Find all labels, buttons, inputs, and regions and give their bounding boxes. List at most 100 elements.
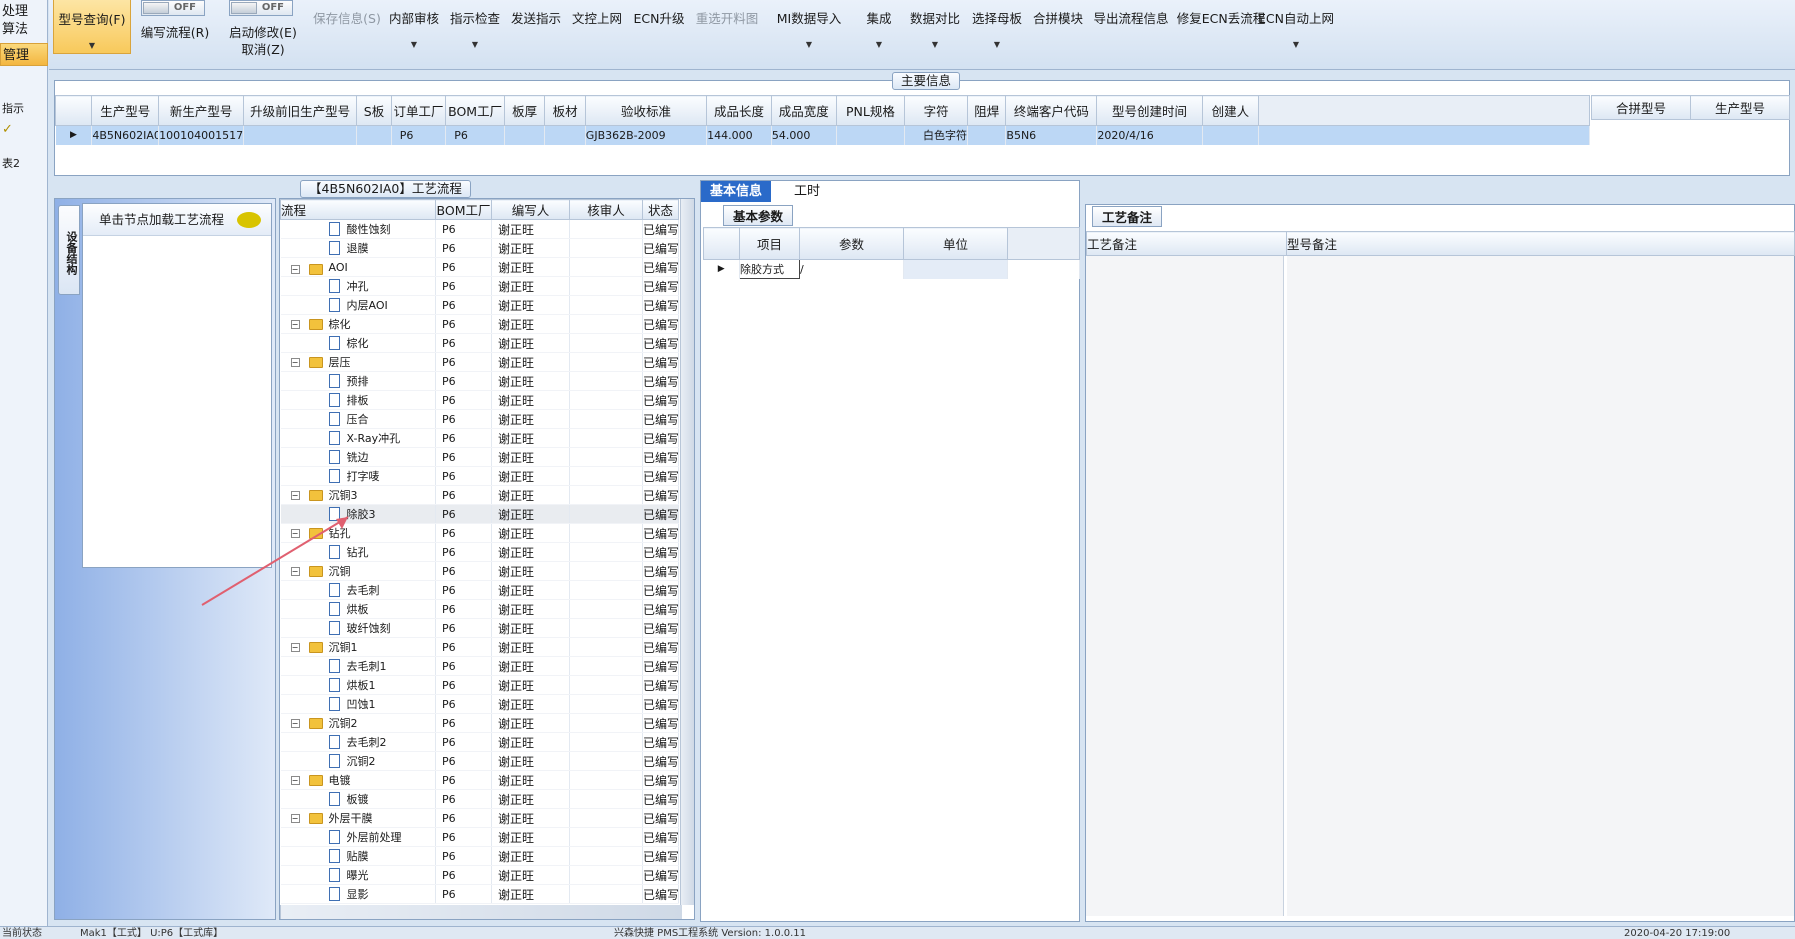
tab-process-notes[interactable]: 工艺备注: [1092, 206, 1163, 227]
col-header[interactable]: 生产型号: [91, 95, 160, 126]
col-header[interactable]: 单位: [903, 227, 1008, 260]
flow-row[interactable]: 烘板 P6 谢正旺 已编写: [280, 599, 679, 619]
reviewer-cell[interactable]: [569, 694, 643, 714]
flow-node[interactable]: X-Ray冲孔: [327, 430, 400, 446]
reviewer-cell[interactable]: [569, 656, 643, 676]
bom-cell[interactable]: P6: [435, 352, 492, 372]
flow-node[interactable]: 除胶3: [327, 506, 376, 522]
internal-review-button[interactable]: 内部审核 ▼: [385, 0, 443, 62]
status-cell[interactable]: 已编写: [642, 732, 679, 752]
flow-row[interactable]: − 沉铜 P6 谢正旺 已编写: [280, 561, 679, 581]
writer-cell[interactable]: 谢正旺: [491, 618, 570, 638]
status-cell[interactable]: 已编写: [642, 504, 679, 524]
flow-name-cell[interactable]: 去毛刺1: [280, 656, 436, 676]
col-header[interactable]: 编写人: [491, 199, 570, 220]
status-cell[interactable]: 已编写: [642, 371, 679, 391]
writer-cell[interactable]: 谢正旺: [491, 751, 570, 771]
flow-node[interactable]: 冲孔: [327, 278, 369, 294]
bom-cell[interactable]: P6: [435, 694, 492, 714]
flow-row[interactable]: − 钻孔 P6 谢正旺 已编写: [280, 523, 679, 543]
writer-cell[interactable]: 谢正旺: [491, 504, 570, 524]
status-cell[interactable]: 已编写: [642, 713, 679, 733]
collapse-icon[interactable]: −: [290, 320, 300, 329]
reviewer-cell[interactable]: [569, 884, 643, 904]
flow-node[interactable]: 烘板: [327, 601, 369, 617]
bom-cell[interactable]: P6: [435, 276, 492, 296]
writer-cell[interactable]: 谢正旺: [491, 656, 570, 676]
flow-node[interactable]: − 沉铜2: [290, 715, 358, 731]
select-motherboard-button[interactable]: 选择母板 ▼: [967, 0, 1027, 62]
writer-cell[interactable]: 谢正旺: [491, 352, 570, 372]
reviewer-cell[interactable]: [569, 808, 643, 828]
flow-row[interactable]: 烘板1 P6 谢正旺 已编写: [280, 675, 679, 695]
bom-cell[interactable]: P6: [435, 637, 492, 657]
flow-node[interactable]: 贴膜: [327, 848, 369, 864]
bom-cell[interactable]: P6: [435, 789, 492, 809]
col-header[interactable]: 型号创建时间: [1096, 95, 1203, 126]
flow-name-cell[interactable]: 内层AOI: [280, 295, 436, 315]
tab-work-hours[interactable]: 工时: [785, 181, 829, 202]
flow-node[interactable]: − AOI: [290, 261, 348, 275]
nav-item-4[interactable]: 指示: [0, 97, 48, 120]
bom-cell[interactable]: P6: [435, 371, 492, 391]
hint-header[interactable]: 单击节点加载工艺流程: [83, 204, 271, 236]
flow-name-cell[interactable]: − 沉铜2: [280, 713, 436, 733]
cell[interactable]: 10010400151712: [158, 125, 245, 145]
writer-cell[interactable]: 谢正旺: [491, 599, 570, 619]
flow-row[interactable]: 退膜 P6 谢正旺 已编写: [280, 238, 679, 258]
reviewer-cell[interactable]: [569, 789, 643, 809]
reviewer-cell[interactable]: [569, 599, 643, 619]
writer-cell[interactable]: 谢正旺: [491, 865, 570, 885]
col-header[interactable]: 升级前旧生产型号: [243, 95, 358, 126]
flow-name-cell[interactable]: − 沉铜3: [280, 485, 436, 505]
flow-row[interactable]: 去毛刺 P6 谢正旺 已编写: [280, 580, 679, 600]
status-cell[interactable]: 已编写: [642, 808, 679, 828]
flow-name-cell[interactable]: − AOI: [280, 257, 436, 277]
col-header[interactable]: 新生产型号: [158, 95, 245, 126]
cell[interactable]: 白色字符: [904, 125, 968, 145]
writer-cell[interactable]: 谢正旺: [491, 333, 570, 353]
writer-cell[interactable]: 谢正旺: [491, 276, 570, 296]
writer-cell[interactable]: 谢正旺: [491, 580, 570, 600]
status-cell[interactable]: 已编写: [642, 580, 679, 600]
cell[interactable]: P6: [391, 125, 447, 145]
collapse-icon[interactable]: −: [290, 264, 300, 274]
reviewer-cell[interactable]: [569, 314, 643, 334]
status-cell[interactable]: 已编写: [642, 675, 679, 695]
flow-node[interactable]: 棕化: [327, 335, 369, 351]
col-header[interactable]: 创建人: [1201, 95, 1260, 126]
flow-row[interactable]: 去毛刺2 P6 谢正旺 已编写: [280, 732, 679, 752]
status-cell[interactable]: 已编写: [642, 542, 679, 562]
flow-name-cell[interactable]: 钻孔: [280, 542, 436, 562]
flow-row[interactable]: 外层前处理 P6 谢正旺 已编写: [280, 827, 679, 847]
flow-row[interactable]: − 电镀 P6 谢正旺 已编写: [280, 770, 679, 790]
flow-node[interactable]: 玻纤蚀刻: [327, 620, 391, 636]
writer-cell[interactable]: 谢正旺: [491, 884, 570, 904]
flow-name-cell[interactable]: 去毛刺2: [280, 732, 436, 752]
bom-cell[interactable]: P6: [435, 675, 492, 695]
writer-cell[interactable]: 谢正旺: [491, 808, 570, 828]
col-header[interactable]: 参数: [799, 227, 904, 260]
nav-item-6[interactable]: 表2: [0, 152, 48, 175]
status-cell[interactable]: 已编写: [642, 865, 679, 885]
status-cell[interactable]: 已编写: [642, 390, 679, 410]
cell[interactable]: /: [799, 259, 904, 279]
flow-row[interactable]: 显影 P6 谢正旺 已编写: [280, 884, 679, 904]
reviewer-cell[interactable]: [569, 675, 643, 695]
flow-name-cell[interactable]: 板镀: [280, 789, 436, 809]
status-cell[interactable]: 已编写: [642, 523, 679, 543]
flow-row[interactable]: 除胶3 P6 谢正旺 已编写: [280, 504, 679, 524]
status-cell[interactable]: 已编写: [642, 295, 679, 315]
flow-name-cell[interactable]: 烘板: [280, 599, 436, 619]
cell[interactable]: [356, 125, 392, 145]
flow-name-cell[interactable]: 外层前处理: [280, 827, 436, 847]
col-header[interactable]: S板: [356, 95, 392, 126]
flow-node[interactable]: 曝光: [327, 867, 369, 883]
bom-cell[interactable]: P6: [435, 390, 492, 410]
col-header[interactable]: 项目: [739, 227, 800, 260]
flow-name-cell[interactable]: − 棕化: [280, 314, 436, 334]
bom-cell[interactable]: P6: [435, 428, 492, 448]
reviewer-cell[interactable]: [569, 561, 643, 581]
flow-node[interactable]: 酸性蚀刻: [327, 221, 391, 237]
bom-cell[interactable]: P6: [435, 827, 492, 847]
